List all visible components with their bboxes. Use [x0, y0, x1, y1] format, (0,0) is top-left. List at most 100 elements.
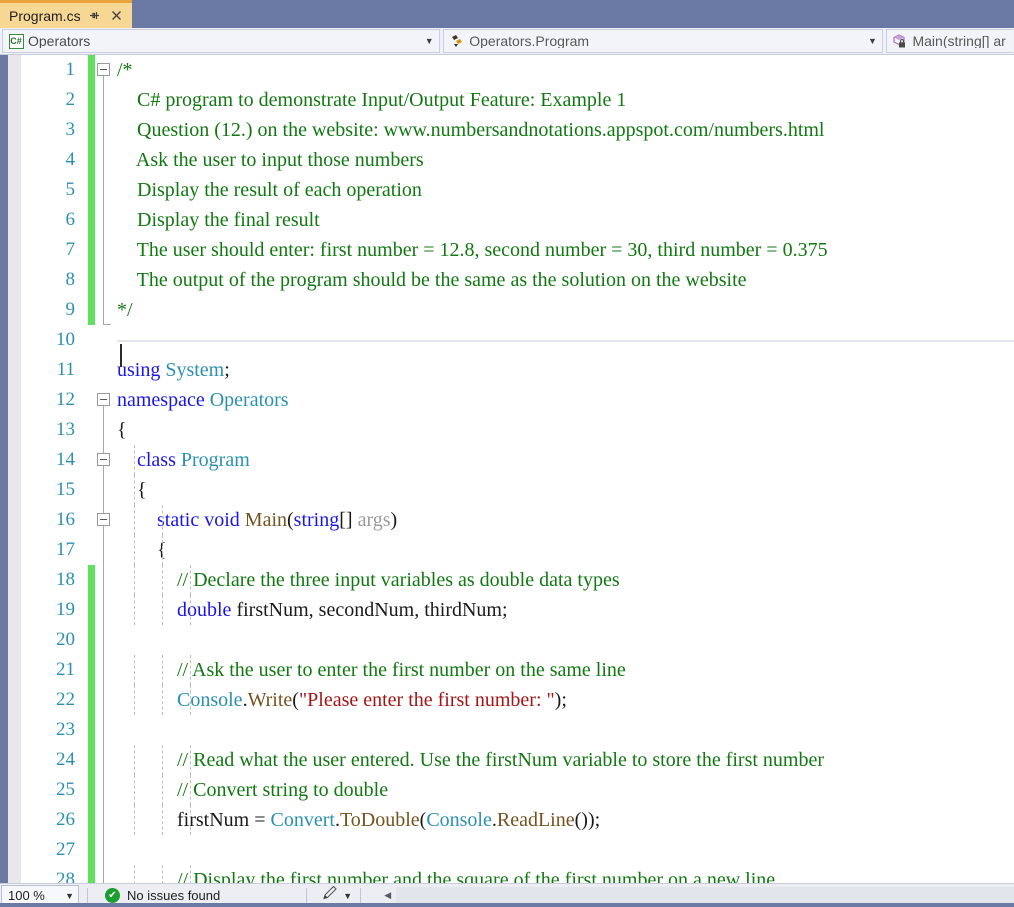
selection-margin[interactable] [8, 55, 22, 883]
code-line[interactable]: 21 // Ask the user to enter the first nu… [22, 655, 1014, 685]
close-icon[interactable] [110, 9, 125, 22]
outlining-margin[interactable] [95, 565, 117, 595]
code-line[interactable]: 2 C# program to demonstrate Input/Output… [22, 85, 1014, 115]
outlining-margin[interactable] [95, 835, 117, 865]
code-text[interactable]: /* [117, 55, 1014, 85]
horizontal-scrollbar[interactable]: ◀ [379, 887, 1014, 905]
code-text[interactable]: // Read what the user entered. Use the f… [117, 745, 1014, 775]
outlining-margin[interactable] [95, 85, 117, 115]
code-text[interactable]: { [117, 415, 1014, 445]
outlining-margin[interactable] [95, 205, 117, 235]
outlining-margin[interactable] [95, 55, 117, 85]
outlining-margin[interactable] [95, 385, 117, 415]
collapse-outline-icon[interactable] [97, 513, 110, 526]
code-line[interactable]: 25 // Convert string to double [22, 775, 1014, 805]
outlining-margin[interactable] [95, 745, 117, 775]
scroll-left-arrow-icon[interactable]: ◀ [379, 887, 396, 904]
code-text[interactable]: The output of the program should be the … [117, 265, 1014, 295]
code-line[interactable]: 22 Console.Write("Please enter the first… [22, 685, 1014, 715]
code-line[interactable]: 24 // Read what the user entered. Use th… [22, 745, 1014, 775]
code-line[interactable]: 4 Ask the user to input those numbers [22, 145, 1014, 175]
outlining-margin[interactable] [95, 625, 117, 655]
code-line[interactable]: 14 class Program [22, 445, 1014, 475]
code-text[interactable]: class Program [117, 445, 1014, 475]
code-text[interactable]: { [117, 475, 1014, 505]
collapse-outline-icon[interactable] [97, 63, 110, 76]
code-line[interactable]: 23 [22, 715, 1014, 745]
code-text[interactable]: Ask the user to input those numbers [117, 145, 1014, 175]
outlining-margin[interactable] [95, 325, 117, 355]
code-text[interactable]: { [117, 535, 1014, 565]
outlining-margin[interactable] [95, 295, 117, 325]
code-line[interactable]: 27 [22, 835, 1014, 865]
code-line[interactable]: 15 { [22, 475, 1014, 505]
code-line[interactable]: 28 // Display the first number and the s… [22, 865, 1014, 883]
pin-icon[interactable] [88, 9, 103, 22]
code-line[interactable]: 7 The user should enter: first number = … [22, 235, 1014, 265]
code-text[interactable]: // Convert string to double [117, 775, 1014, 805]
outlining-margin[interactable] [95, 355, 117, 385]
outlining-margin[interactable] [95, 865, 117, 883]
outlining-margin[interactable] [95, 475, 117, 505]
code-line[interactable]: 20 [22, 625, 1014, 655]
code-text[interactable]: static void Main(string[] args) [117, 505, 1014, 535]
outlining-margin[interactable] [95, 175, 117, 205]
outlining-margin[interactable] [95, 805, 117, 835]
outlining-margin[interactable] [95, 145, 117, 175]
code-line[interactable]: 17 { [22, 535, 1014, 565]
outlining-margin[interactable] [95, 655, 117, 685]
code-editor[interactable]: 1/* 2 C# program to demonstrate Input/Out… [0, 55, 1014, 883]
outlining-margin[interactable] [95, 445, 117, 475]
code-line[interactable]: 12 namespace Operators [22, 385, 1014, 415]
code-line[interactable]: 13 { [22, 415, 1014, 445]
code-line[interactable]: 9 */ [22, 295, 1014, 325]
code-text[interactable]: // Display the first number and the squa… [117, 865, 1014, 883]
code-text[interactable]: Console.Write("Please enter the first nu… [117, 685, 1014, 715]
chevron-down-icon[interactable]: ▼ [343, 891, 352, 901]
scrollbar-track[interactable] [396, 887, 1014, 904]
outlining-margin[interactable] [95, 415, 117, 445]
code-text[interactable]: namespace Operators [117, 385, 1014, 415]
code-line[interactable]: 26 firstNum = Convert.ToDouble(Console.R… [22, 805, 1014, 835]
tab-program-cs[interactable]: Program.cs [0, 0, 132, 28]
outlining-margin[interactable] [95, 685, 117, 715]
collapse-outline-icon[interactable] [97, 393, 110, 406]
collapse-outline-icon[interactable] [97, 453, 110, 466]
code-text[interactable]: The user should enter: first number = 12… [117, 235, 1014, 265]
code-line[interactable]: 16 static void Main(string[] args) [22, 505, 1014, 535]
member-dropdown[interactable]: Main(string[] ar [886, 29, 1013, 53]
code-line[interactable]: 11 using System; [22, 355, 1014, 385]
code-line[interactable]: 8 The output of the program should be th… [22, 265, 1014, 295]
outlining-margin[interactable] [95, 265, 117, 295]
outlining-margin[interactable] [95, 115, 117, 145]
outlining-margin[interactable] [95, 715, 117, 745]
outlining-margin[interactable] [95, 505, 117, 535]
code-text[interactable]: // Ask the user to enter the first numbe… [117, 655, 1014, 685]
code-line[interactable]: 3 Question (12.) on the website: www.num… [22, 115, 1014, 145]
code-text[interactable]: C# program to demonstrate Input/Output F… [117, 85, 1014, 115]
project-dropdown[interactable]: C# Operators ▼ [2, 29, 441, 53]
code-line[interactable]: 6 Display the final result [22, 205, 1014, 235]
code-text[interactable]: Question (12.) on the website: www.numbe… [117, 115, 1014, 145]
type-dropdown[interactable]: Operators.Program ▼ [443, 29, 884, 53]
code-line[interactable]: 10 [22, 325, 1014, 367]
outlining-margin[interactable] [95, 235, 117, 265]
code-text[interactable]: Display the final result [117, 205, 1014, 235]
outlining-margin[interactable] [95, 535, 117, 565]
chevron-down-icon[interactable]: ▼ [65, 891, 74, 901]
code-lines-container[interactable]: 1/* 2 C# program to demonstrate Input/Out… [22, 55, 1014, 883]
code-text[interactable]: // Declare the three input variables as … [117, 565, 1014, 595]
code-text[interactable]: */ [117, 295, 1014, 325]
code-line[interactable]: 19 double firstNum, secondNum, thirdNum; [22, 595, 1014, 625]
code-text[interactable]: double firstNum, secondNum, thirdNum; [117, 595, 1014, 625]
code-line[interactable]: 1 /* [22, 55, 1014, 85]
code-line[interactable]: 18 // Declare the three input variables … [22, 565, 1014, 595]
chevron-down-icon[interactable]: ▼ [864, 36, 880, 46]
code-text[interactable]: firstNum = Convert.ToDouble(Console.Read… [117, 805, 1014, 835]
code-text[interactable]: using System; [117, 355, 1014, 385]
outlining-margin[interactable] [95, 775, 117, 805]
code-line[interactable]: 5 Display the result of each operation [22, 175, 1014, 205]
outlining-margin[interactable] [95, 595, 117, 625]
code-text[interactable]: Display the result of each operation [117, 175, 1014, 205]
chevron-down-icon[interactable]: ▼ [421, 36, 437, 46]
